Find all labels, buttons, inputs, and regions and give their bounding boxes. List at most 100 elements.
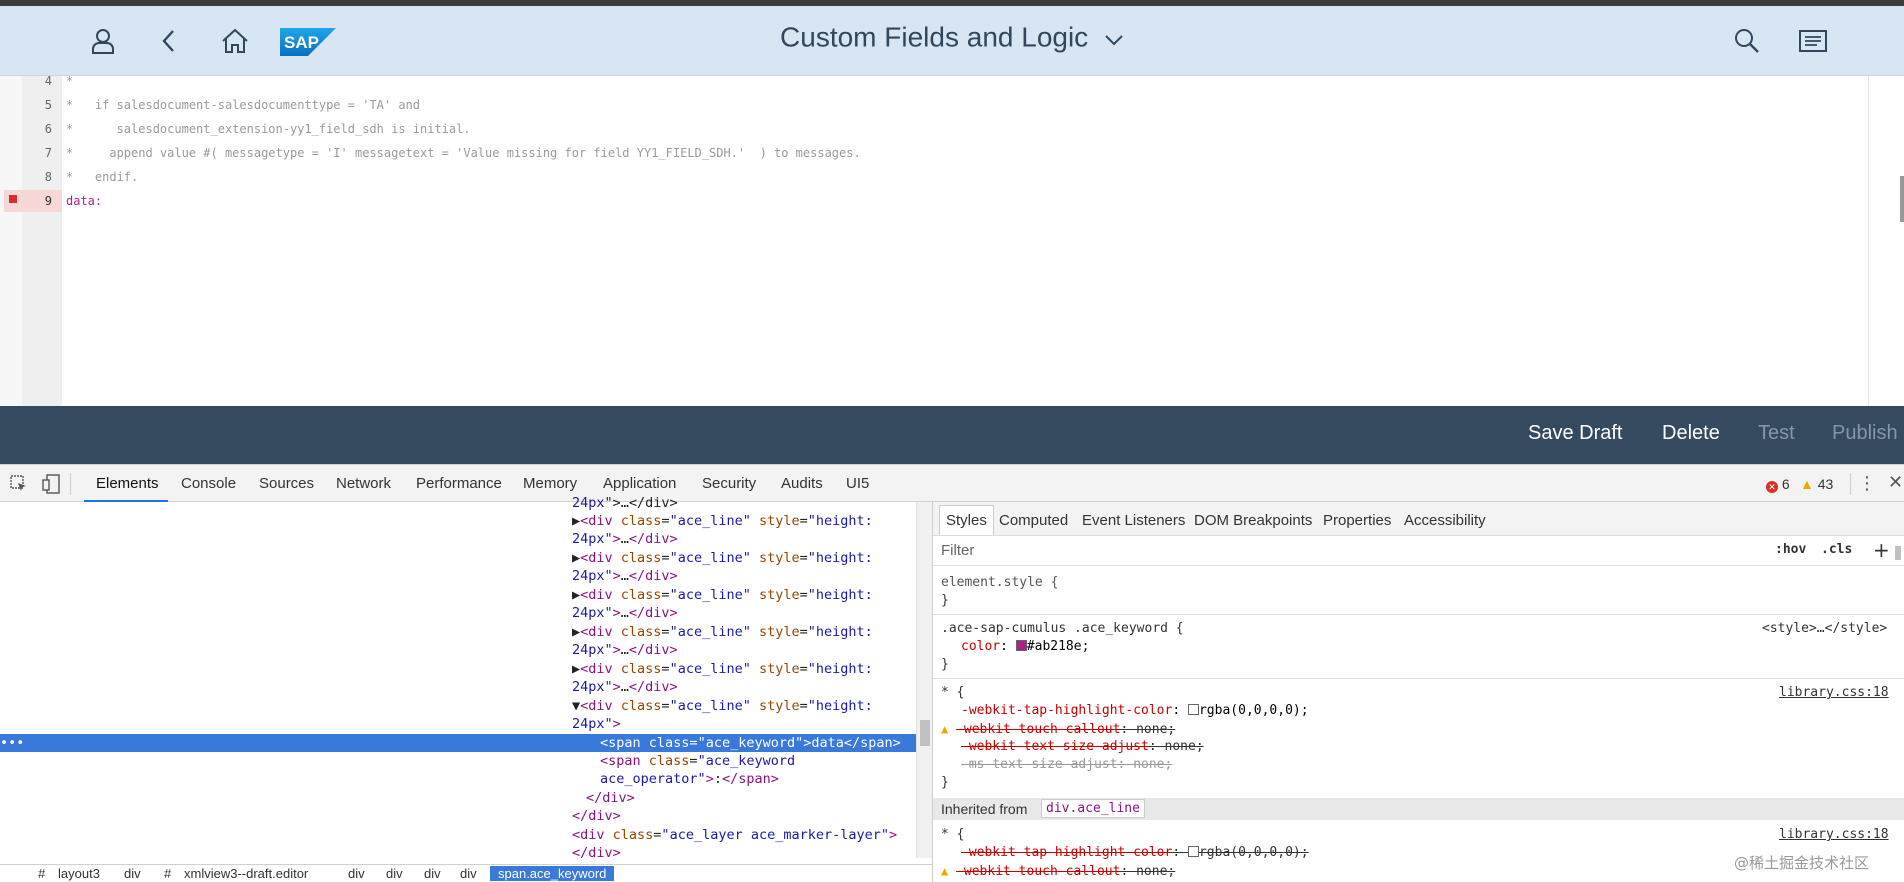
code-editor[interactable]: 4 5 6 7 8 9 * * if salesdocument-salesdo… [0, 74, 1904, 406]
search-icon[interactable] [1732, 26, 1762, 56]
error-count[interactable]: ✕ 6 [1766, 476, 1790, 493]
expand-arrow-icon[interactable]: ▶ [572, 661, 580, 677]
elements-tree[interactable]: 24px">…</div> ▶<div class="ace_line" sty… [0, 495, 932, 861]
shell-bar: SAP Custom Fields and Logic [0, 6, 1904, 76]
inherited-header: Inherited from div.ace_line [933, 798, 1904, 820]
code-line: * append value #( messagetype = 'I' mess… [66, 146, 861, 160]
inherited-node-link[interactable]: div.ace_line [1041, 799, 1145, 818]
tab-console[interactable]: Console [181, 475, 236, 492]
color-swatch[interactable] [1187, 846, 1199, 857]
breadcrumb-item-active[interactable]: span.ace_keyword [490, 866, 615, 881]
app-title[interactable]: Custom Fields and Logic [0, 20, 1904, 54]
styles-scrollbar[interactable] [1895, 546, 1901, 560]
breadcrumb-item[interactable]: # [164, 866, 171, 881]
divider [933, 678, 1904, 679]
divider [1850, 473, 1851, 495]
test-button[interactable]: Test [1758, 422, 1795, 445]
rule-selector[interactable]: .ace-sap-cumulus .ace_keyword { [941, 620, 1184, 638]
rule-close: } [941, 593, 949, 608]
print-margin [1868, 76, 1869, 406]
line-number: 4 [44, 74, 52, 88]
tab-security[interactable]: Security [702, 475, 756, 492]
inspect-icon[interactable] [10, 475, 28, 498]
code-line: * [66, 74, 74, 88]
breadcrumb-item[interactable]: div [460, 866, 477, 881]
scrollbar-thumb[interactable] [920, 720, 930, 746]
tab-ui5[interactable]: UI5 [846, 475, 869, 492]
hov-toggle[interactable]: :hov [1775, 542, 1806, 557]
tab-accessibility[interactable]: Accessibility [1404, 512, 1486, 529]
code-line: * if salesdocument-salesdocumenttype = '… [66, 98, 421, 112]
app-title-text: Custom Fields and Logic [780, 21, 1089, 53]
tab-styles[interactable]: Styles [939, 505, 994, 535]
rule-source-link[interactable]: library.css:18 [1779, 826, 1889, 844]
css-declaration[interactable]: -webkit-tap-highlight-color: rgba(0,0,0,… [961, 702, 1309, 720]
expand-arrow-icon[interactable]: ▶ [572, 587, 580, 603]
footer-toolbar: Save Draft Delete Test Publish [0, 406, 1904, 464]
device-toggle-icon[interactable] [42, 474, 60, 499]
breadcrumb-item[interactable]: div [348, 866, 365, 881]
line-number: 7 [44, 146, 52, 160]
tab-dom-breakpoints[interactable]: DOM Breakpoints [1194, 512, 1312, 529]
divider [70, 473, 71, 495]
tab-audits[interactable]: Audits [781, 475, 823, 492]
css-declaration-overridden[interactable]: -ms-text-size-adjust: none; [961, 756, 1172, 774]
elements-scrollbar[interactable] [916, 502, 932, 858]
tab-sources[interactable]: Sources [259, 475, 314, 492]
dom-node-selected[interactable]: ••• <span class="ace_keyword">data</span> [0, 734, 916, 752]
rule-selector[interactable]: * { [941, 684, 964, 702]
expand-arrow-icon[interactable]: ▶ [572, 624, 580, 640]
delete-button[interactable]: Delete [1662, 422, 1720, 445]
tab-elements[interactable]: Elements [96, 475, 159, 492]
breadcrumb-item[interactable]: div [124, 866, 141, 881]
breadcrumb-item[interactable]: layout3 [58, 866, 100, 881]
save-draft-button[interactable]: Save Draft [1528, 422, 1622, 445]
tab-memory[interactable]: Memory [523, 475, 577, 492]
breadcrumb-item[interactable]: div [424, 866, 441, 881]
styles-panel: Styles Computed Event Listeners DOM Brea… [932, 502, 1904, 882]
more-options-icon[interactable]: ⋮ [1858, 473, 1876, 494]
element-style-selector[interactable]: element.style { [941, 574, 1058, 592]
color-swatch[interactable] [1015, 640, 1027, 651]
css-declaration[interactable]: color: #ab218e; [961, 638, 1089, 656]
cls-toggle[interactable]: .cls [1821, 542, 1852, 557]
chevron-down-icon[interactable] [1104, 22, 1124, 54]
code-line: * salesdocument_extension-yy1_field_sdh … [66, 122, 471, 136]
tab-performance[interactable]: Performance [416, 475, 502, 492]
warning-count[interactable]: ▲ 43 [1800, 476, 1833, 492]
add-rule-icon[interactable]: + [1873, 538, 1890, 562]
publish-button[interactable]: Publish [1832, 422, 1898, 445]
color-swatch[interactable] [1187, 704, 1199, 715]
close-icon[interactable]: ✕ [1888, 472, 1903, 493]
line-number-error[interactable]: 9 [4, 190, 62, 212]
breadcrumb-item[interactable]: div [386, 866, 403, 881]
line-number: 6 [44, 122, 52, 136]
breadcrumb-item[interactable]: xmlview3--draft.editor [184, 866, 308, 881]
tab-properties[interactable]: Properties [1323, 512, 1391, 529]
breadcrumb-item[interactable]: # [38, 866, 45, 881]
filter-input[interactable]: Filter [941, 542, 974, 559]
editor-scrollbar[interactable] [1900, 176, 1904, 222]
tab-application[interactable]: Application [603, 475, 676, 492]
tab-computed[interactable]: Computed [999, 512, 1068, 529]
menu-icon[interactable] [1798, 26, 1828, 56]
tab-network[interactable]: Network [336, 475, 391, 492]
line-number: 5 [44, 98, 52, 112]
styles-filter-bar: Filter :hov .cls + [933, 536, 1904, 566]
rule-source-link[interactable]: <style>…</style> [1762, 620, 1887, 638]
css-declaration-overridden[interactable]: -webkit-tap-highlight-color: rgba(0,0,0,… [961, 844, 1309, 862]
collapse-arrow-icon[interactable]: ▼ [572, 698, 580, 714]
expand-arrow-icon[interactable]: ▶ [572, 550, 580, 566]
warning-icon: ▲ [1800, 476, 1814, 492]
css-declaration-overridden[interactable]: -webkit-text-size-adjust: none; [961, 738, 1204, 756]
rule-close: } [941, 775, 949, 790]
styles-tabs: Styles Computed Event Listeners DOM Brea… [933, 502, 1904, 536]
expand-arrow-icon[interactable]: ▶ [572, 513, 580, 529]
css-declaration-overridden[interactable]: ▲ -webkit-touch-callout: none; [941, 862, 1175, 881]
rule-source-link[interactable]: library.css:18 [1779, 684, 1889, 702]
warning-icon: ▲ [941, 864, 949, 878]
divider [933, 614, 1904, 615]
css-declaration-overridden[interactable]: ▲ -webkit-touch-callout: none; [941, 720, 1175, 739]
tab-event-listeners[interactable]: Event Listeners [1082, 512, 1185, 529]
rule-selector[interactable]: * { [941, 826, 964, 844]
